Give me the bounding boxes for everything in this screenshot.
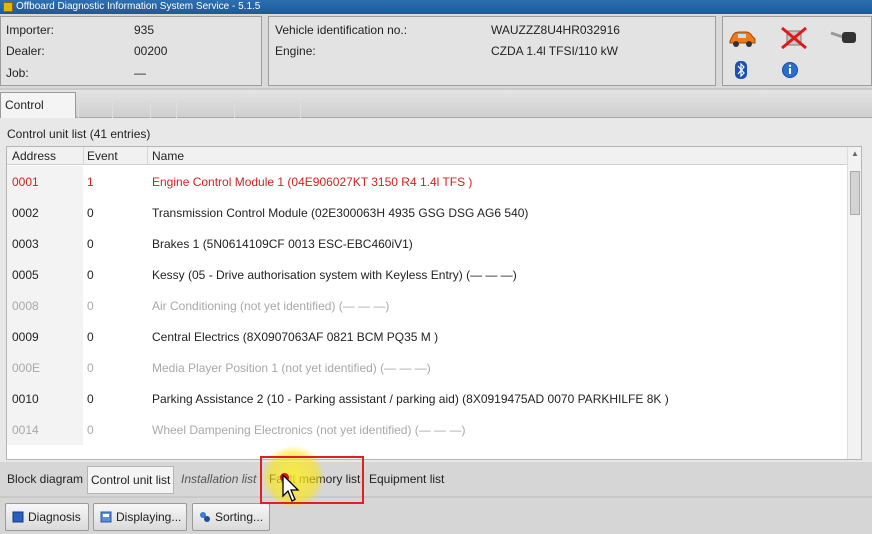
address-cell: 0002 [12,206,39,220]
displaying-button-label: Displaying... [116,510,182,524]
event-cell: 0 [87,392,94,406]
table-row[interactable]: 0008 0 Air Conditioning (not yet identifie… [7,290,847,321]
address-cell: 0001 [12,175,39,189]
name-cell: Central Electrics (8X0907063AF 0821 BCM … [152,330,439,344]
name-cell: Air Conditioning (not yet identified) (—… [152,299,390,313]
table-row[interactable]: 0002 0 Transmission Control Module (02E300… [7,197,847,228]
scroll-up-icon[interactable]: ▲ [851,149,859,158]
vehicle-panel: Vehicle identification no.: WAUZZZ8U4HR0… [268,16,716,86]
dealer-info-panel: Importer: 935 Dealer: 00200 Job: — [0,16,262,86]
table-row[interactable]: 000E 0 Media Player Position 1 (not yet id… [7,352,847,383]
dealer-label: Dealer: [6,44,45,58]
vin-label: Vehicle identification no.: [275,23,408,37]
list-title: Control unit list (41 entries) [7,127,151,141]
address-cell: 0009 [12,330,39,344]
importer-label: Importer: [6,23,55,37]
event-cell: 0 [87,423,94,437]
tab-disabled-2[interactable] [112,92,148,118]
event-cell: 0 [87,268,94,282]
dealer-value: 00200 [134,44,168,58]
table-header: Address Event Name [7,147,847,165]
address-cell: 0003 [12,237,39,251]
sorting-icon [200,512,210,522]
event-cell: 1 [87,175,94,189]
address-cell: 0005 [12,268,39,282]
tab-disabled-3[interactable] [150,92,174,118]
engine-value: CZDA 1.4l TFSI/110 kW [491,44,618,58]
tab-disabled-4[interactable] [176,92,232,118]
tab-block-diagram[interactable]: Block diagram [4,466,86,494]
window-title: Offboard Diagnostic Information System S… [16,1,261,12]
key-icon[interactable] [829,27,859,47]
address-cell: 0014 [12,423,39,437]
tab-disabled-6[interactable] [300,92,400,118]
name-cell: Parking Assistance 2 (10 - Parking assis… [152,392,669,406]
control-unit-table: Address Event Name 0001 1 Engine Control M… [6,146,862,460]
engine-label: Engine: [275,44,316,58]
name-cell: Transmission Control Module (02E300063H … [152,206,529,220]
name-cell: Wheel Dampening Electronics (not yet ide… [152,423,466,437]
tab-equipment-list[interactable]: Equipment list [366,466,447,494]
vehicle-info-header: Importer: 935 Dealer: 00200 Job: — Vehic… [0,14,872,88]
tab-disabled-1[interactable] [78,92,110,118]
click-annotation-box [260,456,364,504]
view-tabs: Block diagram Control unit list Installa… [0,462,872,496]
event-cell: 0 [87,237,94,251]
bluetooth-icon[interactable] [735,61,747,79]
address-cell: 0008 [12,299,39,313]
vertical-scrollbar[interactable]: ▲ [847,147,861,459]
name-cell: Kessy (05 - Drive authorisation system w… [152,268,517,282]
mouse-cursor-icon [282,474,300,502]
address-cell: 0010 [12,392,39,406]
name-cell: Media Player Position 1 (not yet identif… [152,361,431,375]
event-cell: 0 [87,361,94,375]
table-row[interactable]: 0010 0 Parking Assistance 2 (10 - Parking … [7,383,847,414]
displaying-button[interactable]: Displaying... [93,503,187,531]
job-label: Job: [6,66,29,80]
module-tabs: Control units [0,90,872,136]
tab-control-unit-list[interactable]: Control unit list [87,466,175,494]
tab-disabled-5[interactable] [234,92,298,118]
sorting-button-label: Sorting... [215,510,264,524]
column-name[interactable]: Name [152,149,184,163]
sorting-button[interactable]: Sorting... [192,503,270,531]
diagnosis-button-label: Diagnosis [28,510,81,524]
table-row[interactable]: 0009 0 Central Electrics (8X0907063AF 0821… [7,321,847,352]
name-cell: Engine Control Module 1 (04E906027KT 315… [152,175,473,189]
column-event[interactable]: Event [87,149,118,163]
tab-installation-list[interactable]: Installation list [178,466,259,494]
diagnosis-icon [12,511,24,523]
column-address[interactable]: Address [12,149,56,163]
event-cell: 0 [87,299,94,313]
address-cell: 000E [12,361,41,375]
scroll-thumb[interactable] [850,171,860,215]
status-icons-panel [722,16,872,86]
car-icon[interactable] [727,27,757,49]
vin-value: WAUZZZ8U4HR032916 [491,23,620,37]
table-row[interactable]: 0014 0 Wheel Dampening Electronics (not ye… [7,414,847,445]
bottom-toolbar: Diagnosis Displaying... Sorting... [0,498,872,534]
event-cell: 0 [87,206,94,220]
info-icon[interactable] [781,61,799,79]
event-cell: 0 [87,330,94,344]
table-row[interactable]: 0005 0 Kessy (05 - Drive authorisation sys… [7,259,847,290]
tab-control-units[interactable]: Control units [0,92,76,136]
app-icon [3,2,13,12]
display-icon [100,511,112,523]
table-row[interactable]: 0001 1 Engine Control Module 1 (04E906027K… [7,166,847,197]
diagnosis-button[interactable]: Diagnosis [5,503,89,531]
table-row[interactable]: 0003 0 Brakes 1 (5N0614109CF 0013 ESC-EBC4… [7,228,847,259]
importer-value: 935 [134,23,155,37]
disconnected-icon[interactable] [779,25,809,51]
window-title-bar: Offboard Diagnostic Information System S… [0,0,872,14]
job-value: — [134,66,146,80]
name-cell: Brakes 1 (5N0614109CF 0013 ESC-EBC460iV1… [152,237,413,251]
